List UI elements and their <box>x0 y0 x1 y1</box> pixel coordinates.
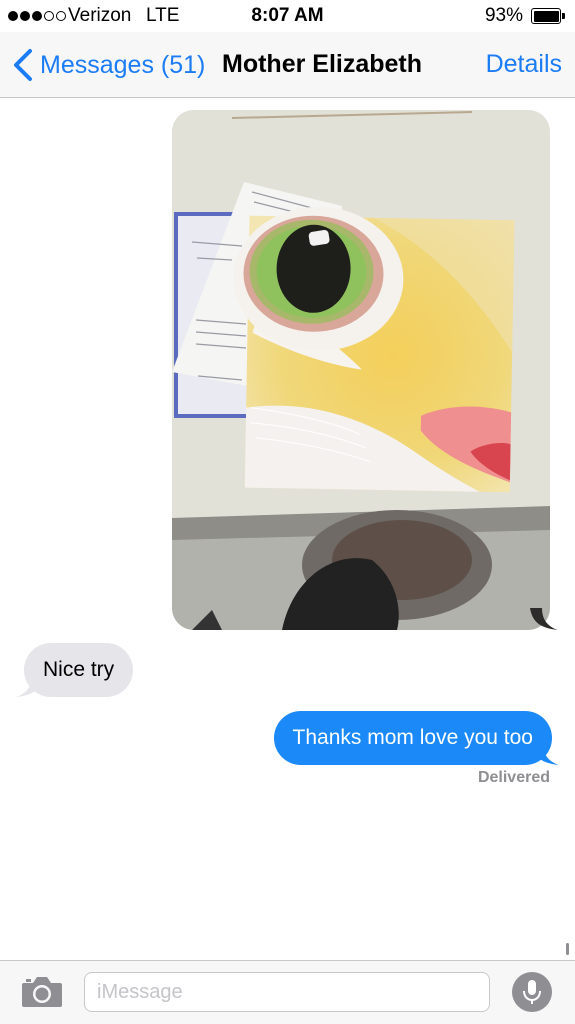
back-button[interactable]: Messages (51) <box>10 46 205 84</box>
chevron-left-icon <box>14 49 32 81</box>
contact-name: Mother Elizabeth <box>222 50 423 78</box>
microphone-button[interactable] <box>512 972 552 1012</box>
input-bar <box>0 960 575 1024</box>
photo-bubble-tail <box>530 608 558 630</box>
photo-image <box>172 110 550 630</box>
details-button[interactable]: Details <box>486 50 562 79</box>
incoming-bubble-tail <box>16 675 44 697</box>
back-label: Messages (51) <box>40 50 206 79</box>
camera-icon[interactable] <box>20 975 64 1009</box>
outgoing-message-bubble[interactable]: Thanks mom love you too <box>273 711 552 765</box>
scroll-indicator[interactable] <box>566 943 569 955</box>
battery-icon <box>531 8 565 24</box>
battery-percent: 93% <box>484 5 523 26</box>
outgoing-message-text: Thanks mom love you too <box>292 726 533 749</box>
outgoing-bubble-tail <box>531 743 559 765</box>
status-bar: Verizon LTE 8:07 AM 93% <box>0 0 575 32</box>
photo-message[interactable] <box>172 110 550 630</box>
nav-bar: Messages (51) Mother Elizabeth Details <box>0 32 575 98</box>
microphone-icon <box>523 980 541 1004</box>
delivered-receipt: Delivered <box>477 769 550 786</box>
message-input[interactable] <box>84 972 490 1012</box>
incoming-message-text: Nice try <box>43 658 115 681</box>
